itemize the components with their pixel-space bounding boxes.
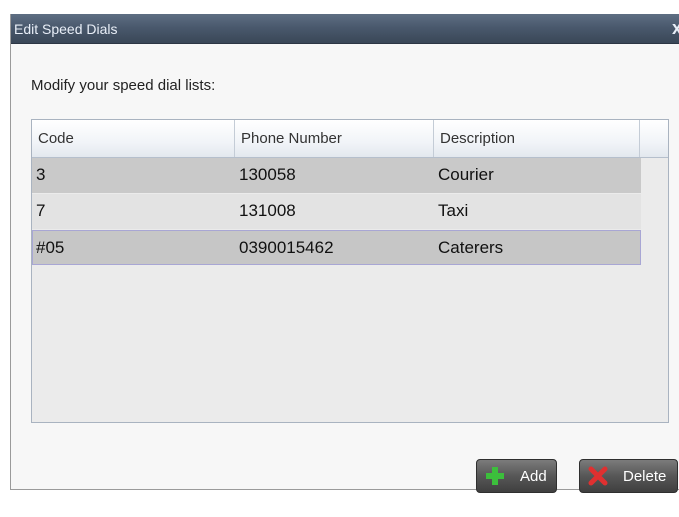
cell-code: 7 [36,201,46,220]
cell-phone-number: 131008 [239,201,296,220]
cell-description: Caterers [438,238,504,257]
plus-icon [486,467,504,485]
table-row-selected[interactable]: #05 0390015462 Caterers [32,230,641,265]
add-button[interactable]: Add [476,459,557,493]
table-scrollbar-track[interactable] [641,158,668,422]
table-row[interactable]: 7 131008 Taxi [32,194,641,229]
table-row[interactable]: 3 130058 Courier [32,158,641,193]
delete-button-label: Delete [623,468,667,485]
column-header-spacer [640,120,668,157]
dialog-title: Edit Speed Dials [14,21,118,37]
dialog-titlebar[interactable]: Edit Speed Dials x [11,14,679,44]
add-button-label: Add [520,468,547,485]
cell-phone-number: 130058 [239,165,296,184]
instruction-text: Modify your speed dial lists: [31,77,216,94]
cell-description: Courier [438,165,494,184]
delete-button[interactable]: Delete [579,459,678,493]
column-header-description[interactable]: Description [434,120,640,157]
cell-phone-number: 0390015462 [239,238,334,257]
column-header-phone-number[interactable]: Phone Number [235,120,434,157]
cell-code: #05 [36,238,65,257]
column-header-code[interactable]: Code [32,120,235,157]
table-header: Code Phone Number Description [32,120,668,158]
speed-dial-table: Code Phone Number Description 3 130058 C… [31,119,669,423]
cell-code: 3 [36,165,46,184]
edit-speed-dials-dialog: Edit Speed Dials x Modify your speed dia… [10,14,679,493]
x-icon [588,466,608,486]
close-icon[interactable]: x [672,18,679,39]
cell-description: Taxi [438,201,469,220]
